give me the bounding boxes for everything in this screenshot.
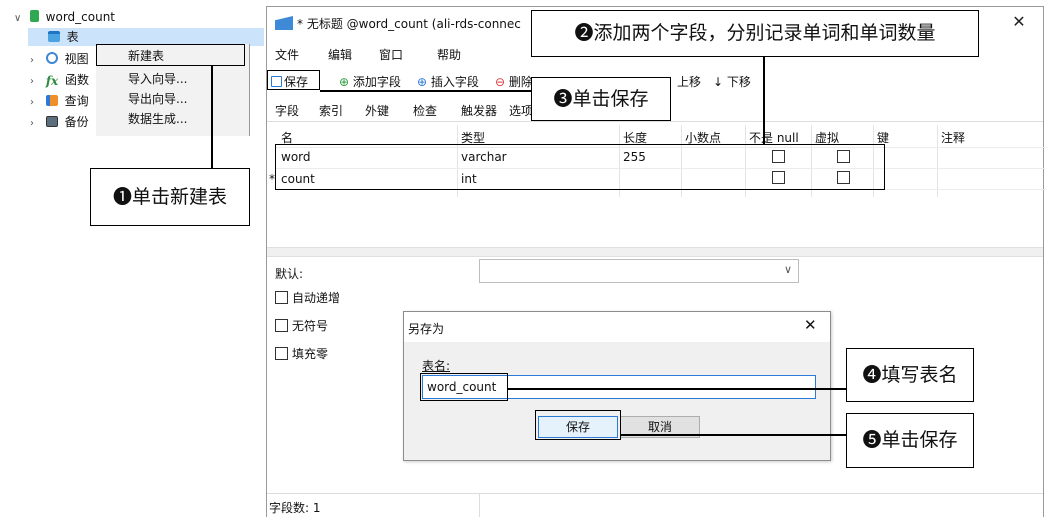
- menu-item-import-wizard[interactable]: 导入向导...: [128, 71, 187, 87]
- backup-icon: [45, 116, 58, 127]
- insert-field-button[interactable]: ⊕ 插入字段: [417, 73, 479, 90]
- table-icon: [47, 31, 60, 42]
- tab-checks[interactable]: 检查: [413, 102, 437, 119]
- close-icon[interactable]: ✕: [804, 316, 817, 334]
- unsigned-checkbox[interactable]: [275, 319, 288, 332]
- unsigned-option[interactable]: 无符号: [275, 317, 328, 334]
- tree-db-word-count[interactable]: ∨ word_count: [14, 8, 115, 26]
- auto-increment-checkbox[interactable]: [275, 291, 288, 304]
- zerofill-option[interactable]: 填充零: [275, 345, 328, 362]
- chevron-right-icon[interactable]: ›: [30, 73, 42, 91]
- menu-edit[interactable]: 编辑: [328, 46, 352, 63]
- tree-item-queries[interactable]: › 查询: [30, 92, 89, 110]
- highlight-table-name: [420, 373, 508, 401]
- status-divider: [479, 493, 480, 517]
- tab-fields[interactable]: 字段: [275, 102, 299, 119]
- tree-item-label: 备份: [64, 115, 89, 129]
- tree-item-label: 表: [66, 30, 79, 44]
- database-icon: [29, 10, 39, 22]
- minus-circle-icon: ⊖: [495, 75, 506, 89]
- chevron-down-icon[interactable]: ∨: [14, 10, 26, 28]
- chevron-down-icon: ∨: [783, 263, 792, 276]
- delete-field-button[interactable]: ⊖ 删除: [495, 73, 533, 90]
- query-icon: [45, 95, 58, 106]
- chevron-right-icon[interactable]: ›: [30, 115, 42, 133]
- callout-line: [763, 57, 765, 144]
- app-icon: [275, 16, 293, 30]
- db-name: word_count: [45, 10, 116, 24]
- table-name-label: 表名:: [422, 359, 451, 373]
- callout-step-4: ❹填写表名: [846, 348, 974, 402]
- tree-item-label: 视图: [64, 52, 89, 66]
- tree-item-label: 函数: [64, 73, 89, 87]
- tab-indexes[interactable]: 索引: [319, 102, 343, 119]
- plus-circle-icon: ⊕: [339, 75, 350, 89]
- callout-step-5: ❺单击保存: [846, 413, 974, 468]
- arrow-down-icon: ↓: [713, 75, 724, 89]
- callout-line: [508, 388, 846, 390]
- tree-item-functions[interactable]: › fx 函数: [30, 71, 89, 89]
- callout-step-2: ❷添加两个字段，分别记录单词和单词数量: [531, 10, 979, 57]
- status-bar: 字段数: 1: [267, 493, 1043, 517]
- callout-step-3: ❸单击保存: [531, 77, 671, 121]
- tab-foreign-keys[interactable]: 外键: [365, 102, 389, 119]
- callout-step-1: ❶单击新建表: [90, 168, 250, 226]
- panel-splitter[interactable]: [267, 247, 1043, 257]
- window-title: * 无标题 @word_count (ali-rds-connec: [297, 17, 521, 31]
- default-label: 默认:: [275, 267, 304, 281]
- function-icon: fx: [45, 74, 59, 88]
- menu-window[interactable]: 窗口: [379, 46, 403, 63]
- tab-triggers[interactable]: 触发器: [461, 102, 497, 119]
- menu-item-data-generation[interactable]: 数据生成...: [128, 111, 187, 127]
- tree-item-views[interactable]: › 视图: [30, 50, 89, 68]
- add-field-button[interactable]: ⊕ 添加字段: [339, 73, 401, 90]
- field-count: 字段数: 1: [269, 501, 321, 515]
- chevron-right-icon[interactable]: ›: [30, 94, 42, 112]
- highlight-new-table: [96, 44, 245, 66]
- callout-line: [211, 66, 213, 168]
- highlight-save: [267, 70, 320, 90]
- dialog-title: 另存为: [408, 322, 445, 336]
- menu-item-export-wizard[interactable]: 导出向导...: [128, 91, 187, 107]
- tab-divider: [267, 121, 1043, 122]
- tree-item-label: 查询: [64, 94, 89, 108]
- col-comment: 注释: [941, 131, 966, 145]
- tree-item-backups[interactable]: › 备份: [30, 113, 89, 131]
- move-down-button[interactable]: ↓ 下移: [713, 73, 751, 90]
- highlight-dialog-save: [535, 410, 621, 440]
- chevron-right-icon[interactable]: ›: [30, 52, 42, 70]
- dialog-body: [404, 342, 830, 460]
- col-divider: [937, 125, 938, 197]
- tab-options[interactable]: 选项: [509, 102, 533, 119]
- close-icon[interactable]: ✕: [1005, 10, 1033, 34]
- insert-icon: ⊕: [417, 75, 428, 89]
- view-icon: [45, 52, 58, 64]
- highlight-fields: [275, 144, 885, 190]
- auto-increment-option[interactable]: 自动递增: [275, 289, 340, 306]
- callout-line: [320, 90, 532, 92]
- zerofill-checkbox[interactable]: [275, 347, 288, 360]
- default-value-select[interactable]: ∨: [479, 259, 799, 283]
- menu-file[interactable]: 文件: [275, 46, 299, 63]
- menu-help[interactable]: 帮助: [437, 46, 461, 63]
- move-up-button[interactable]: 上移: [677, 73, 701, 90]
- callout-line: [621, 434, 846, 436]
